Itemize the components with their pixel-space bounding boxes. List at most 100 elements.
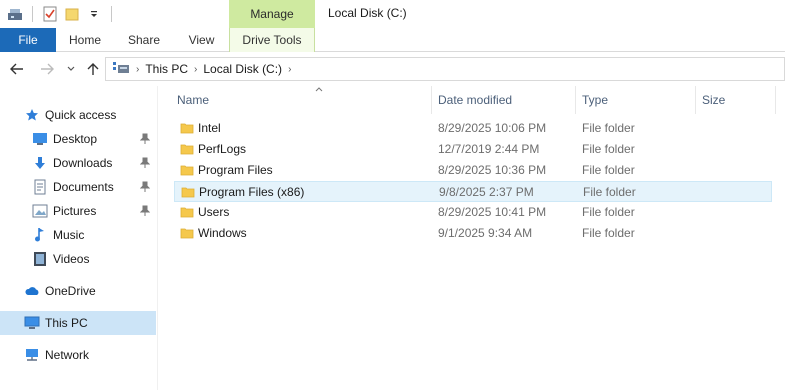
desktop-icon <box>32 131 48 147</box>
pin-icon[interactable] <box>139 157 151 169</box>
breadcrumb-chevron-icon[interactable]: › <box>194 64 197 75</box>
sidebar-item-label: Pictures <box>53 204 97 218</box>
folder-icon <box>180 163 194 177</box>
up-arrow-icon[interactable] <box>84 60 102 78</box>
sidebar-item-label: Quick access <box>45 108 117 122</box>
pin-icon[interactable] <box>139 205 151 217</box>
file-name: Intel <box>198 121 221 135</box>
file-name: Program Files (x86) <box>199 185 305 199</box>
sidebar-item-documents[interactable]: Documents <box>0 175 156 199</box>
navigation-pane: Quick access Desktop Downloads Documents <box>0 86 158 390</box>
folder-icon <box>180 205 194 219</box>
cloud-icon <box>24 283 40 299</box>
breadcrumb-chevron-icon[interactable]: › <box>288 64 291 75</box>
table-row[interactable]: Windows 9/1/2025 9:34 AM File folder <box>174 223 772 244</box>
tab-home[interactable]: Home <box>56 28 114 52</box>
sidebar-item-desktop[interactable]: Desktop <box>0 127 156 151</box>
file-date-modified: 12/7/2019 2:44 PM <box>438 142 540 156</box>
window-title: Local Disk (C:) <box>328 6 407 20</box>
computer-icon <box>24 315 40 331</box>
column-header-name[interactable]: Name <box>174 86 432 114</box>
sidebar-item-music[interactable]: Music <box>0 223 156 247</box>
sidebar-item-label: Music <box>53 228 85 242</box>
file-date-modified: 8/29/2025 10:06 PM <box>438 121 547 135</box>
file-type: File folder <box>582 163 635 177</box>
tab-drive-tools[interactable]: Drive Tools <box>229 28 315 52</box>
manage-contextual-tab-header[interactable]: Manage <box>229 0 315 28</box>
sidebar-item-label: This PC <box>45 316 88 330</box>
new-folder-icon[interactable] <box>63 5 81 23</box>
sidebar-item-pictures[interactable]: Pictures <box>0 199 156 223</box>
folder-icon <box>181 185 195 199</box>
column-header-label: Type <box>582 93 609 107</box>
sidebar-item-quick-access[interactable]: Quick access <box>0 103 156 127</box>
file-name: Program Files <box>198 163 273 177</box>
sidebar-item-label: Desktop <box>53 132 98 146</box>
ribbon-tabs: File Home Share View Drive Tools <box>0 28 785 52</box>
videos-icon <box>32 251 48 267</box>
quick-access-toolbar <box>6 4 116 24</box>
table-row[interactable]: Users 8/29/2025 10:41 PM File folder <box>174 202 772 223</box>
tab-share[interactable]: Share <box>114 28 174 52</box>
sidebar-item-label: Downloads <box>53 156 113 170</box>
pictures-icon <box>32 203 48 219</box>
sidebar-item-network[interactable]: Network <box>0 343 156 367</box>
file-type: File folder <box>582 205 635 219</box>
sidebar-item-label: Network <box>45 348 90 362</box>
file-name: Windows <box>198 226 247 240</box>
network-icon <box>24 347 40 363</box>
recent-locations-chevron-icon[interactable] <box>62 60 80 78</box>
sidebar-item-label: Videos <box>53 252 90 266</box>
sidebar-item-videos[interactable]: Videos <box>0 247 156 271</box>
folder-icon <box>180 121 194 135</box>
table-row[interactable]: PerfLogs 12/7/2019 2:44 PM File folder <box>174 139 772 160</box>
tab-file[interactable]: File <box>0 28 56 52</box>
sidebar-item-onedrive[interactable]: OneDrive <box>0 279 156 303</box>
this-pc-location-icon <box>112 61 130 78</box>
pin-icon[interactable] <box>139 133 151 145</box>
table-row[interactable]: Program Files 8/29/2025 10:36 PM File fo… <box>174 160 772 181</box>
file-list: Name Date modified Type Size Intel 8/29/… <box>158 86 785 390</box>
forward-arrow-icon[interactable] <box>38 60 56 78</box>
breadcrumb-this-pc[interactable]: This PC <box>145 62 188 76</box>
file-name: PerfLogs <box>198 142 247 156</box>
sidebar-item-label: OneDrive <box>45 284 96 298</box>
star-icon <box>24 107 40 123</box>
column-header-label: Date modified <box>438 93 513 107</box>
folder-icon <box>180 226 194 240</box>
explorer-app-icon[interactable] <box>6 5 24 23</box>
toolbar-divider <box>111 6 112 22</box>
customize-toolbar-dropdown-icon[interactable] <box>85 5 103 23</box>
breadcrumb-chevron-icon[interactable]: › <box>136 64 139 75</box>
navigation-bar: › This PC › Local Disk (C:) › <box>0 52 785 86</box>
file-type: File folder <box>583 185 636 199</box>
documents-icon <box>32 179 48 195</box>
download-icon <box>32 155 48 171</box>
breadcrumb-local-disk[interactable]: Local Disk (C:) <box>203 62 282 76</box>
file-name: Users <box>198 205 230 219</box>
address-bar[interactable]: › This PC › Local Disk (C:) › <box>105 57 785 81</box>
column-header-type[interactable]: Type <box>576 86 696 114</box>
title-bar: Manage Local Disk (C:) <box>0 0 785 28</box>
sidebar-item-label: Documents <box>53 180 114 194</box>
pin-icon[interactable] <box>139 181 151 193</box>
toolbar-divider <box>32 6 33 22</box>
file-type: File folder <box>582 226 635 240</box>
sidebar-item-this-pc[interactable]: This PC <box>0 311 156 335</box>
column-header-label: Size <box>702 93 726 107</box>
file-type: File folder <box>582 142 635 156</box>
back-arrow-icon[interactable] <box>8 60 26 78</box>
properties-icon[interactable] <box>41 5 59 23</box>
column-header-size[interactable]: Size <box>696 86 776 114</box>
file-date-modified: 9/1/2025 9:34 AM <box>438 226 533 240</box>
folder-icon <box>180 142 194 156</box>
tab-view[interactable]: View <box>174 28 229 52</box>
file-type: File folder <box>582 121 635 135</box>
sidebar-item-downloads[interactable]: Downloads <box>0 151 156 175</box>
sort-ascending-icon <box>315 84 323 94</box>
column-header-date-modified[interactable]: Date modified <box>432 86 576 114</box>
column-header-label: Name <box>177 93 210 107</box>
file-date-modified: 9/8/2025 2:37 PM <box>439 185 534 199</box>
table-row[interactable]: Intel 8/29/2025 10:06 PM File folder <box>174 118 772 139</box>
table-row[interactable]: Program Files (x86) 9/8/2025 2:37 PM Fil… <box>174 181 772 202</box>
